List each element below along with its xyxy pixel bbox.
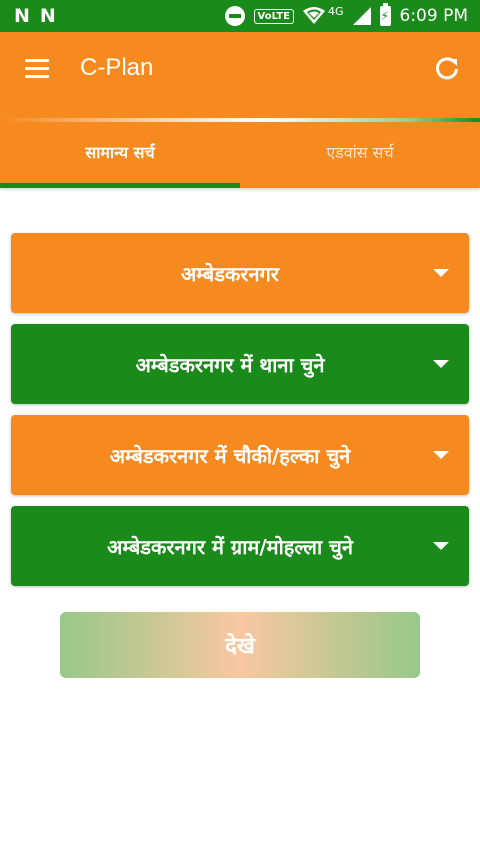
search-tabs: सामान्य सर्च एडवांस सर्च [0, 122, 480, 188]
notification-n-icon: N [14, 4, 30, 27]
volte-badge: VoLTE [253, 8, 294, 24]
do-not-disturb-icon [224, 6, 245, 26]
dropdown-label: अम्बेडकरनगर में चौकी/हल्का चुने [109, 443, 351, 468]
village-dropdown[interactable]: अम्बेडकरनगर में ग्राम/मोहल्ला चुने [11, 506, 469, 586]
caret-down-icon [433, 451, 449, 459]
dropdown-label: अम्बेडकरनगर [181, 261, 279, 286]
app-title: C-Plan [80, 54, 154, 81]
refresh-icon[interactable] [434, 56, 460, 82]
clock: 6:09 PM [399, 6, 469, 26]
app-bar: C-Plan [0, 32, 480, 122]
battery-charging-icon: ⚡ [379, 3, 391, 26]
caret-down-icon [433, 542, 449, 550]
hamburger-menu-icon[interactable] [25, 59, 50, 79]
tab-label: सामान्य सर्च [85, 143, 155, 162]
caret-down-icon [433, 269, 449, 277]
district-dropdown[interactable]: अम्बेडकरनगर [11, 233, 469, 313]
dropdown-label: अम्बेडकरनगर में थाना चुने [135, 352, 325, 377]
view-button[interactable]: देखे [60, 612, 420, 678]
status-bar: N N VoLTE 4G ⚡ 6:09 PM [0, 0, 480, 32]
status-right: VoLTE 4G ⚡ 6:09 PM [224, 3, 469, 26]
wifi-icon [302, 7, 325, 25]
notification-n-icon: N [39, 4, 56, 27]
caret-down-icon [433, 360, 449, 368]
outpost-dropdown[interactable]: अम्बेडकरनगर में चौकी/हल्का चुने [11, 415, 469, 495]
police-station-dropdown[interactable]: अम्बेडकरनगर में थाना चुने [11, 324, 469, 404]
signal-strength-icon [352, 7, 371, 25]
tab-label: एडवांस सर्च [326, 143, 394, 162]
active-tab-indicator [0, 183, 240, 188]
tab-advanced-search[interactable]: एडवांस सर्च [240, 122, 480, 188]
network-type-label: 4G [327, 4, 344, 18]
tab-general-search[interactable]: सामान्य सर्च [0, 122, 240, 188]
dropdown-label: अम्बेडकरनगर में ग्राम/मोहल्ला चुने [107, 534, 353, 559]
status-left: N N [14, 4, 56, 27]
